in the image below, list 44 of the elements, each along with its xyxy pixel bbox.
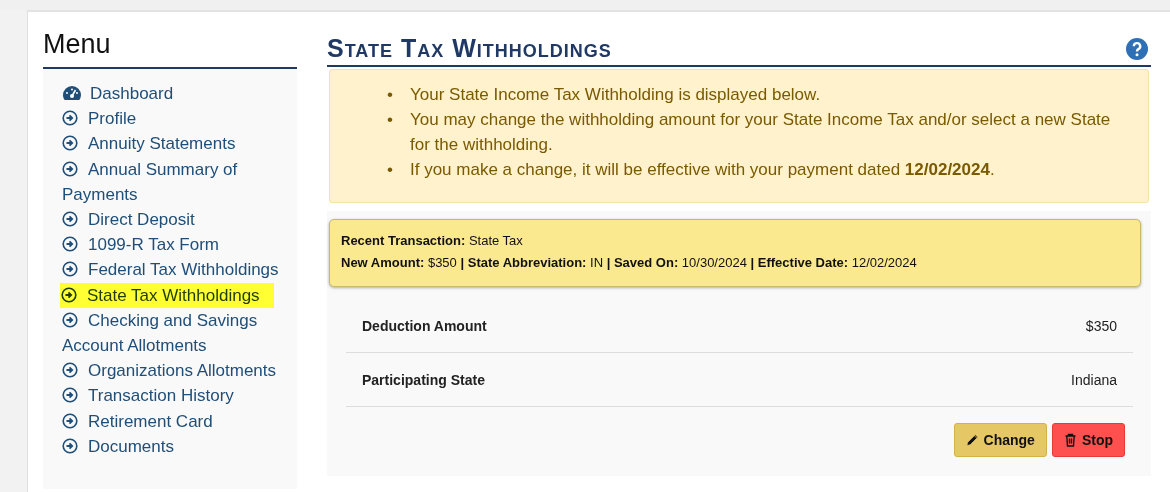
arrow-circle-icon [62,135,78,152]
menu-item[interactable]: 1099-R Tax Form [62,232,285,258]
menu-item[interactable]: Federal Tax Withholdings [62,257,285,283]
arrow-circle-icon [62,362,78,379]
menu-item[interactable]: Retirement Card [62,408,285,434]
menu-item[interactable]: Direct Deposit [62,207,285,233]
gauge-icon [62,85,82,101]
detail-label: Deduction Amount [362,317,487,334]
arrow-circle-icon [62,211,78,227]
trash-icon [1063,433,1077,447]
arrow-circle-icon [62,412,78,429]
transaction-text: New Amount: $350 | State Abbreviation: IN | Saved On: 10/30/2024 | Effective Date: 12/02/2024 [341,254,918,272]
menu-item[interactable]: Checking and Savings Account Allotments [62,307,285,359]
arrow-circle-icon [62,110,78,127]
change-button[interactable]: Change [953,423,1047,457]
notice-text: Your State Income Tax Withholding is displayed below. [410,84,821,106]
notice-text: You may change the withholding amount for your State Income Tax and/or select a new State for the withholding. [410,109,1112,156]
menu-item[interactable]: Organizations Allotments [62,358,285,384]
arrow-circle-icon [62,311,78,328]
bullet: • [387,109,394,131]
detail-label: Participating State [362,371,485,388]
menu-item[interactable]: Annual Summary of Payments [62,156,285,207]
menu-item[interactable]: Annuity Statements [62,131,285,157]
pencil-icon [965,433,979,447]
arrow-circle-icon [61,286,77,303]
detail-value: $350 [1085,317,1117,334]
menu-item[interactable]: Documents [62,433,285,460]
arrow-circle-icon [62,437,78,454]
stop-button[interactable]: Stop [1051,423,1125,457]
arrow-circle-icon [62,236,78,253]
menu-item[interactable]: Profile [62,106,285,132]
menu-item[interactable]: State Tax Withholdings [60,282,274,308]
arrow-circle-icon [62,160,78,177]
arrow-circle-icon [62,387,78,404]
menu-item[interactable]: Dashboard [62,81,285,107]
bullet: • [387,159,394,181]
notice-text: If you make a change, it will be effective with your payment dated 12/02/2024. [410,159,995,181]
bullet: • [387,84,394,106]
transaction-text: Recent Transaction: State Tax [341,232,524,250]
page-title: State Tax Withholdings [327,34,612,63]
help-icon[interactable] [1126,37,1148,60]
detail-value: Indiana [1071,371,1117,388]
menu-item[interactable]: Transaction History [62,383,285,409]
arrow-circle-icon [62,261,78,278]
